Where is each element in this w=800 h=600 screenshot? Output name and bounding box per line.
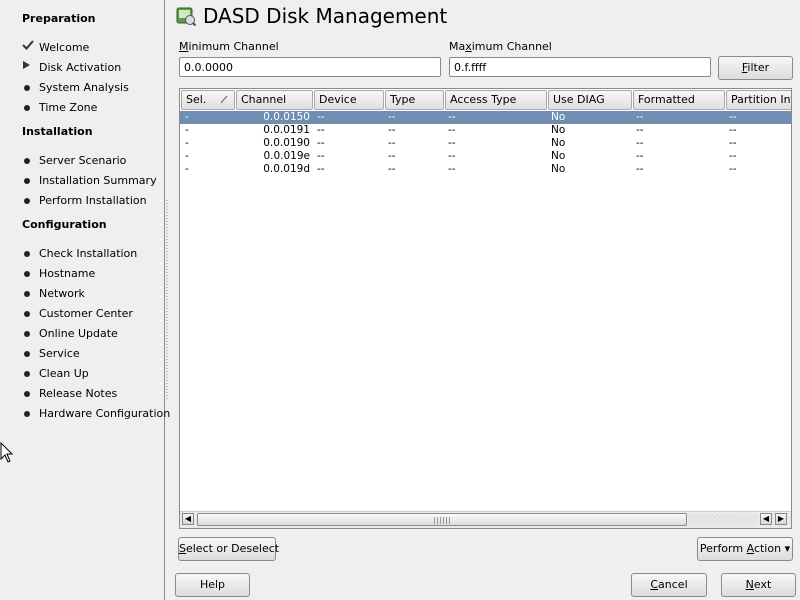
next-button[interactable]: Next — [721, 573, 796, 597]
column-header-partition-info[interactable]: Partition Info — [726, 90, 791, 110]
bullet-icon — [24, 371, 30, 377]
section-title-configuration: Configuration — [22, 218, 107, 231]
bullet-icon — [24, 271, 30, 277]
horizontal-scrollbar[interactable]: ◀ ◀ ▶ — [180, 511, 791, 528]
help-button[interactable]: Help — [175, 573, 250, 597]
column-header-formatted[interactable]: Formatted — [633, 90, 725, 110]
max-channel-input[interactable] — [449, 57, 711, 77]
column-header-device[interactable]: Device — [314, 90, 384, 110]
step-service: Service — [22, 346, 80, 362]
column-header-use-diag[interactable]: Use DIAG — [548, 90, 632, 110]
step-server-scenario: Server Scenario — [22, 153, 126, 169]
step-check-installation: Check Installation — [22, 246, 137, 262]
bullet-icon — [24, 331, 30, 337]
bullet-icon — [24, 391, 30, 397]
column-header-access-type[interactable]: Access Type — [445, 90, 547, 110]
step-disk-activation: Disk Activation — [22, 60, 121, 76]
dropdown-arrow-icon: ▾ — [784, 542, 791, 555]
step-perform-installation: Perform Installation — [22, 193, 147, 209]
sort-indicator-icon — [220, 95, 228, 104]
scroll-right-button[interactable]: ▶ — [775, 513, 787, 525]
bullet-icon — [24, 311, 30, 317]
step-welcome: Welcome — [22, 40, 89, 56]
step-system-analysis: System Analysis — [22, 80, 129, 96]
filter-button[interactable]: Filter — [718, 56, 793, 80]
bullet-icon — [24, 291, 30, 297]
table-row[interactable]: - 0.0.019e -- -- -- No -- -- — [180, 150, 791, 163]
table-row[interactable]: - 0.0.0150 -- -- -- No -- -- — [180, 111, 791, 124]
scroll-left-button-secondary[interactable]: ◀ — [760, 513, 772, 525]
min-channel-input[interactable] — [179, 57, 441, 77]
step-clean-up: Clean Up — [22, 366, 89, 382]
step-hardware-configuration: Hardware Configuration — [22, 406, 170, 422]
checkmark-icon — [22, 40, 39, 56]
table-row[interactable]: - 0.0.019d -- -- -- No -- -- — [180, 163, 791, 176]
bullet-icon — [24, 251, 30, 257]
mouse-pointer-icon — [0, 442, 14, 463]
table-row[interactable]: - 0.0.0190 -- -- -- No -- -- — [180, 137, 791, 150]
step-time-zone: Time Zone — [22, 100, 97, 116]
perform-action-menu-button[interactable]: Perform Action ▾ — [697, 537, 793, 561]
bullet-icon — [24, 351, 30, 357]
bullet-icon — [24, 178, 30, 184]
column-header-channel[interactable]: Channel — [236, 90, 313, 110]
step-release-notes: Release Notes — [22, 386, 117, 402]
step-network: Network — [22, 286, 85, 302]
dasd-table[interactable]: Sel. Channel Device Type Access Type Use… — [179, 88, 792, 529]
table-header: Sel. Channel Device Type Access Type Use… — [180, 89, 791, 111]
wizard-sidebar: Preparation Welcome Disk Activation Syst… — [0, 0, 170, 600]
bullet-icon — [24, 411, 30, 417]
scroll-left-button[interactable]: ◀ — [182, 513, 194, 525]
scrollbar-thumb[interactable] — [197, 513, 687, 526]
section-title-preparation: Preparation — [22, 12, 96, 25]
min-channel-label: Minimum Channel — [179, 40, 279, 53]
bullet-icon — [24, 85, 30, 91]
table-row[interactable]: - 0.0.0191 -- -- -- No -- -- — [180, 124, 791, 137]
bullet-icon — [24, 198, 30, 204]
disk-management-icon — [176, 7, 196, 26]
max-channel-label: Maximum Channel — [449, 40, 552, 53]
current-arrow-icon — [22, 60, 39, 76]
step-customer-center: Customer Center — [22, 306, 133, 322]
bullet-icon — [24, 158, 30, 164]
section-title-installation: Installation — [22, 125, 93, 138]
bullet-icon — [24, 105, 30, 111]
column-header-sel[interactable]: Sel. — [181, 90, 235, 110]
page-title: DASD Disk Management — [203, 4, 448, 28]
step-hostname: Hostname — [22, 266, 95, 282]
step-installation-summary: Installation Summary — [22, 173, 157, 189]
pane-resize-handle[interactable] — [166, 200, 168, 400]
cancel-button[interactable]: Cancel — [631, 573, 707, 597]
select-or-deselect-button[interactable]: Select or Deselect — [178, 537, 279, 561]
step-online-update: Online Update — [22, 326, 118, 342]
column-header-type[interactable]: Type — [385, 90, 444, 110]
